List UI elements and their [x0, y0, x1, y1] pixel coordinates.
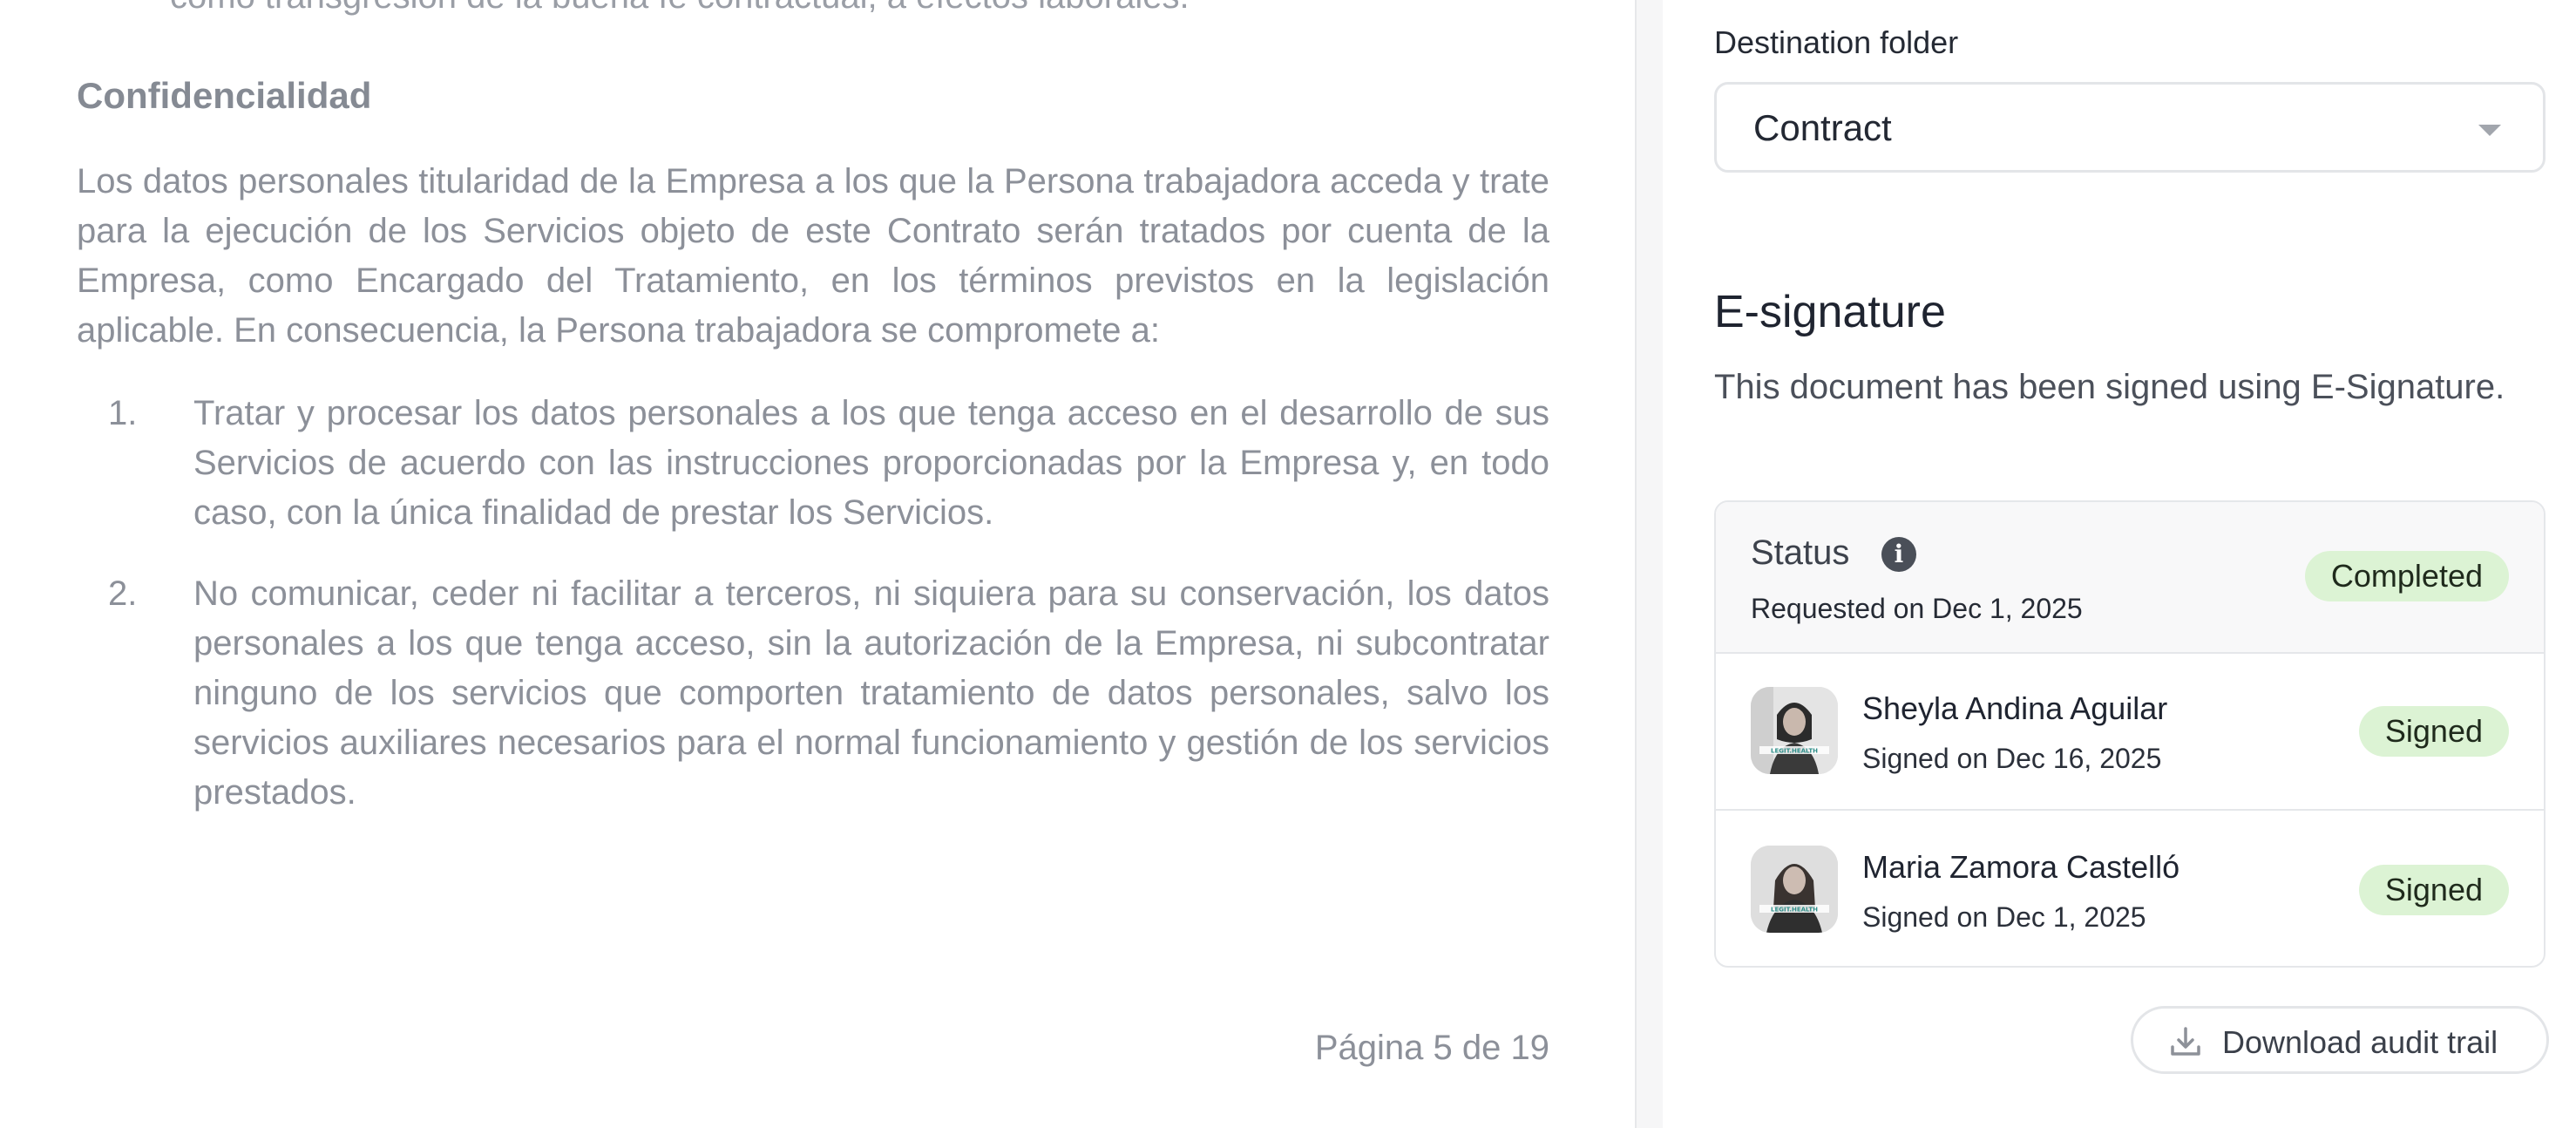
download-audit-trail-label: Download audit trail: [2222, 1024, 2498, 1060]
signer-date: Signed on Dec 16, 2025: [1862, 743, 2162, 774]
list-item-number: 2.: [108, 574, 138, 613]
destination-folder-label: Destination folder: [1714, 24, 1959, 60]
status-label: Status: [1751, 533, 1850, 572]
signer-date: Signed on Dec 1, 2025: [1862, 901, 2146, 933]
requested-date: Requested on Dec 1, 2025: [1751, 593, 2083, 624]
chevron-down-icon: [2478, 125, 2501, 136]
document-section-heading: Confidencialidad: [77, 75, 372, 116]
status-badge: Completed: [2304, 551, 2509, 601]
signature-status-card: Status i Requested on Dec 1, 2025 Comple…: [1714, 500, 2545, 968]
status-header: Status i Requested on Dec 1, 2025 Comple…: [1716, 502, 2544, 654]
avatar: LEGIT.HEALTH: [1751, 846, 1838, 933]
destination-folder-value: Contract: [1753, 107, 1892, 148]
download-icon: [2171, 1027, 2200, 1056]
page-number: Página 5 de 19: [1314, 1029, 1549, 1067]
esignature-description: This document has been signed using E-Si…: [1714, 368, 2505, 406]
list-item-number: 1.: [108, 394, 138, 432]
list-item-text: Tratar y procesar los datos personales a…: [193, 394, 1549, 532]
signer-row: LEGIT.HEALTH Maria Zamora Castelló Signe…: [1716, 811, 2544, 966]
destination-folder-select[interactable]: Contract: [1714, 82, 2545, 173]
svg-text:LEGIT.HEALTH: LEGIT.HEALTH: [1771, 907, 1818, 914]
signer-status-badge: Signed: [2358, 865, 2509, 915]
download-audit-trail-button[interactable]: Download audit trail: [2131, 1006, 2549, 1074]
panel-divider[interactable]: [1635, 0, 1664, 1128]
info-icon[interactable]: i: [1881, 537, 1916, 572]
document-paragraph: Los datos personales titularidad de la E…: [77, 162, 1549, 350]
signer-status-badge: Signed: [2358, 706, 2509, 757]
signer-row: LEGIT.HEALTH Sheyla Andina Aguilar Signe…: [1716, 652, 2544, 811]
svg-text:LEGIT.HEALTH: LEGIT.HEALTH: [1771, 748, 1818, 755]
esignature-title: E-signature: [1714, 287, 1946, 337]
signer-name: Sheyla Andina Aguilar: [1862, 690, 2168, 726]
details-panel: Destination folder Contract E-signature …: [1663, 0, 2576, 1128]
document-cut-line: como transgresión de la buena fe contrac…: [170, 0, 1564, 17]
avatar: LEGIT.HEALTH: [1751, 687, 1838, 774]
document-viewer[interactable]: como transgresión de la buena fe contrac…: [0, 0, 1635, 1128]
signer-name: Maria Zamora Castelló: [1862, 849, 2180, 885]
list-item-text: No comunicar, ceder ni facilitar a terce…: [193, 574, 1549, 812]
